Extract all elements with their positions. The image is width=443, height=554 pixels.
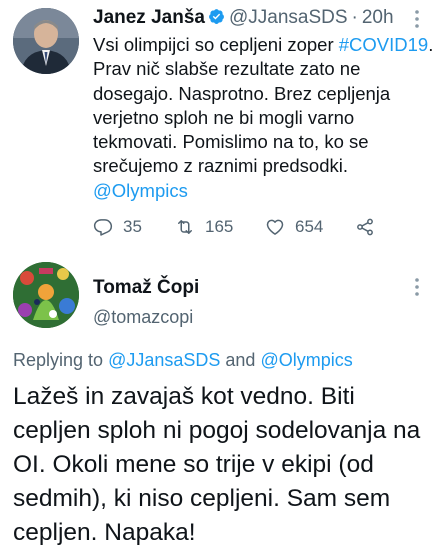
reply-button[interactable]: 35 bbox=[93, 215, 142, 239]
retweet-button[interactable]: 165 bbox=[175, 215, 233, 239]
tweet-text-part2: . Prav nič slabše rezultate zato ne dose… bbox=[93, 34, 439, 177]
avatar[interactable] bbox=[13, 262, 79, 328]
retweet-count: 165 bbox=[205, 217, 234, 236]
replying-to: Replying to @JJansaSDS and @Olympics bbox=[13, 348, 353, 372]
like-count: 654 bbox=[295, 217, 324, 236]
author-name[interactable]: Janez Janša bbox=[93, 7, 205, 28]
replying-mention-jansa[interactable]: @JJansaSDS bbox=[108, 350, 220, 370]
tweet-text-part1: Vsi olimpijci so cepljeni zoper bbox=[93, 34, 339, 55]
avatar-portrait bbox=[13, 8, 79, 74]
replying-prefix: Replying to bbox=[13, 350, 109, 370]
tweet-janez-jansa[interactable]: Janez Janša @JJansaSDS · 20h Vsi olimpijci … bbox=[0, 0, 443, 250]
retweet-icon bbox=[178, 220, 192, 234]
tweet-actions: 35 165 654 bbox=[93, 215, 393, 239]
share-button[interactable] bbox=[355, 215, 375, 239]
tweet-text: Vsi olimpijci so cepljeni zoper #COVID19… bbox=[93, 33, 438, 203]
author-handle[interactable]: @tomazcopi bbox=[93, 305, 193, 329]
author-name[interactable]: Tomaž Čopi bbox=[93, 276, 199, 300]
meta-separator: · bbox=[351, 7, 358, 28]
author-handle[interactable]: @JJansaSDS bbox=[229, 7, 348, 28]
avatar-artwork bbox=[13, 262, 79, 328]
more-vertical-icon[interactable] bbox=[409, 8, 425, 30]
verified-badge-icon bbox=[209, 9, 224, 24]
reply-icon bbox=[93, 219, 113, 236]
avatar[interactable] bbox=[13, 8, 79, 74]
tweet-text: Lažeš in zavajaš kot vedno. Biti cepljen… bbox=[13, 383, 421, 546]
tweet-time[interactable]: 20h bbox=[362, 7, 394, 28]
reply-count: 35 bbox=[123, 217, 142, 236]
tweet-header: Janez Janša @JJansaSDS · 20h bbox=[93, 6, 394, 30]
like-button[interactable]: 654 bbox=[265, 215, 323, 239]
replying-and: and bbox=[220, 350, 261, 370]
share-icon bbox=[357, 218, 373, 236]
heart-icon bbox=[266, 219, 284, 235]
replying-mention-olympics[interactable]: @Olympics bbox=[260, 350, 352, 370]
mention-link[interactable]: @Olympics bbox=[93, 180, 188, 201]
hashtag-link[interactable]: #COVID19 bbox=[339, 34, 428, 55]
more-vertical-icon[interactable] bbox=[409, 276, 425, 298]
